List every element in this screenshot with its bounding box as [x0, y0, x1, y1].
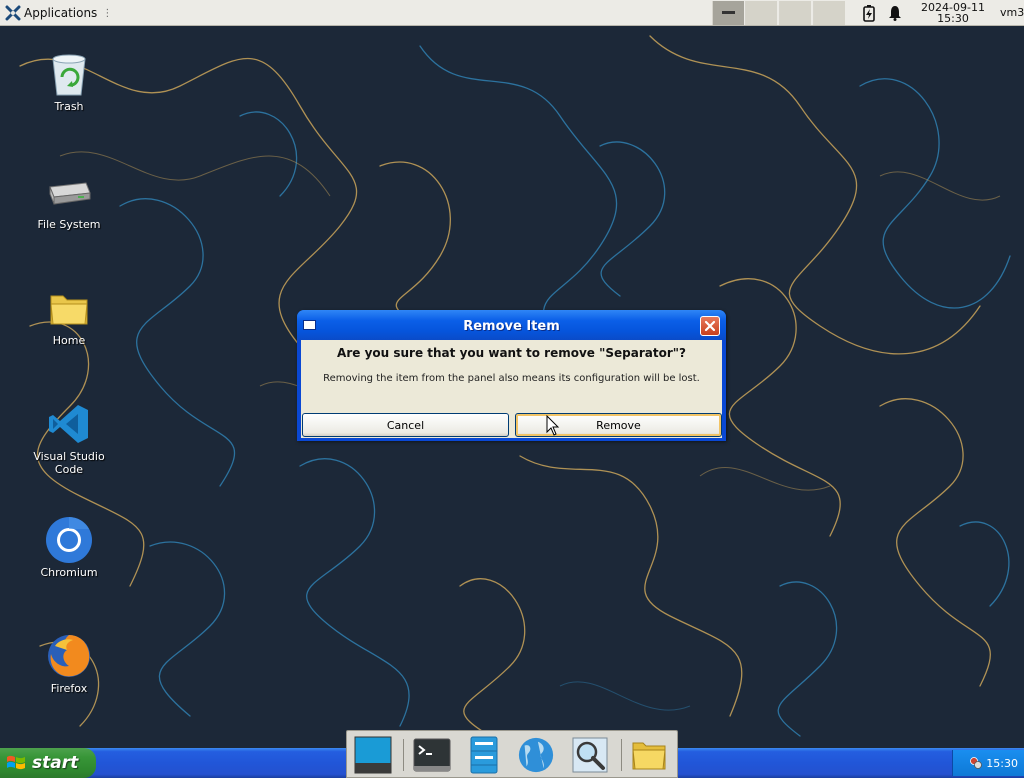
- tray-clock[interactable]: 15:30: [952, 750, 1024, 776]
- notification-bell-icon[interactable]: [886, 4, 904, 22]
- desktop-icon-file-system[interactable]: File System: [19, 168, 119, 231]
- xfce-logo-icon: [5, 5, 21, 21]
- search-button[interactable]: [571, 736, 609, 774]
- firefox-icon: [45, 632, 93, 680]
- user-menu[interactable]: vm3: [1000, 6, 1024, 19]
- desktop-icon-label: File System: [37, 218, 101, 231]
- desktop-icon-label: Home: [52, 334, 86, 347]
- dock: [346, 730, 678, 778]
- dock-separator: [621, 739, 622, 771]
- terminal-button[interactable]: [413, 736, 451, 774]
- desktop-icon-label: Chromium: [40, 566, 98, 579]
- terminal-icon: [413, 738, 451, 772]
- window-button-minimized[interactable]: [712, 1, 744, 25]
- dialog-titlebar[interactable]: Remove Item: [297, 310, 726, 340]
- workspace-2[interactable]: [779, 1, 811, 25]
- chromium-icon: [45, 516, 93, 564]
- vscode-icon: [45, 400, 93, 448]
- search-icon: [572, 737, 608, 773]
- desktop-icon-vscode[interactable]: Visual Studio Code: [19, 400, 119, 476]
- file-manager-button[interactable]: [465, 736, 503, 774]
- start-button[interactable]: start: [0, 748, 96, 778]
- close-button[interactable]: [700, 316, 720, 336]
- remove-item-dialog: Remove Item Are you sure that you want t…: [297, 310, 726, 441]
- mouse-cursor-icon: [546, 415, 560, 436]
- start-label: start: [32, 753, 79, 773]
- trash-icon: [45, 50, 93, 98]
- folder-icon: [45, 284, 93, 332]
- desktop-icon-chromium[interactable]: Chromium: [19, 516, 119, 579]
- minimize-icon: [722, 11, 735, 14]
- folder-icon: [632, 742, 666, 770]
- dialog-heading: Are you sure that you want to remove "Se…: [337, 346, 686, 360]
- show-desktop-icon: [354, 736, 392, 774]
- desktop-icon-label: Trash: [54, 100, 84, 113]
- windows-flag-icon: [7, 755, 25, 770]
- cancel-button[interactable]: Cancel: [302, 413, 509, 437]
- dock-separator: [403, 739, 404, 771]
- dialog-body: Are you sure that you want to remove "Se…: [301, 340, 722, 438]
- close-icon: [704, 320, 716, 332]
- browser-globe-icon: [518, 737, 554, 773]
- workspace-1[interactable]: [745, 1, 777, 25]
- top-panel: Applications ⋮ 2024-09-11 15:30 vm3: [0, 0, 1024, 26]
- network-tray-icon: [970, 757, 983, 769]
- home-folder-button[interactable]: [630, 736, 668, 774]
- panel-grip-icon: ⋮: [102, 7, 113, 19]
- battery-icon[interactable]: [860, 4, 878, 22]
- dialog-message: Removing the item from the panel also me…: [323, 373, 700, 384]
- hard-drive-icon: [45, 168, 93, 216]
- applications-menu[interactable]: Applications ⋮: [3, 3, 114, 23]
- clock-time: 15:30: [937, 12, 969, 25]
- workspace-3[interactable]: [813, 1, 845, 25]
- desktop-icon-home[interactable]: Home: [19, 284, 119, 347]
- dialog-title: Remove Item: [463, 319, 560, 334]
- files-icon: [470, 736, 498, 774]
- desktop-icon-label: Visual Studio Code: [33, 450, 105, 476]
- panel-clock[interactable]: 2024-09-11 15:30: [910, 2, 996, 24]
- tray-time: 15:30: [986, 756, 1018, 770]
- applications-label: Applications: [24, 6, 98, 20]
- desktop-icon-trash[interactable]: Trash: [19, 50, 119, 113]
- show-desktop-button[interactable]: [354, 736, 392, 774]
- desktop-icon-label: Firefox: [50, 682, 88, 695]
- desktop-icon-firefox[interactable]: Firefox: [19, 632, 119, 695]
- web-browser-button[interactable]: [517, 736, 555, 774]
